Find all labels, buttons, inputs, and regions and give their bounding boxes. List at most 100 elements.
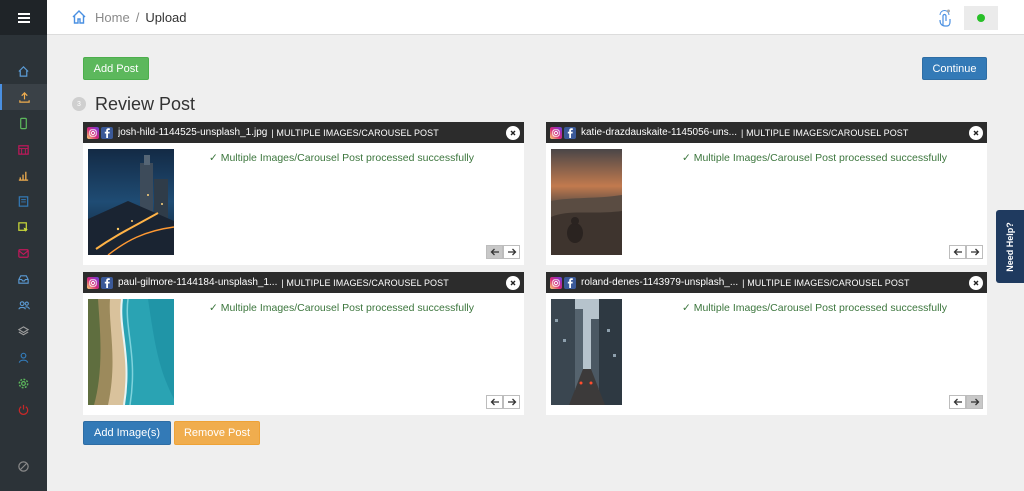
menu-toggle-button[interactable] <box>0 0 47 35</box>
touch-icon[interactable] <box>936 8 952 28</box>
post-type-label: | MULTIPLE IMAGES/CAROUSEL POST <box>742 277 910 288</box>
arrow-right-icon[interactable] <box>503 395 520 409</box>
upload-icon <box>19 91 30 103</box>
layers-icon <box>17 325 30 335</box>
post-thumbnail[interactable] <box>551 149 622 255</box>
users-icon <box>17 300 30 309</box>
page-title: Review Post <box>95 94 196 114</box>
hamburger-icon <box>17 12 30 23</box>
phone-icon <box>20 117 27 129</box>
sidebar-item-upload[interactable] <box>0 84 47 110</box>
carousel-arrows <box>949 245 983 259</box>
facebook-icon <box>101 276 113 289</box>
settings-icon <box>18 378 29 388</box>
sidebar-item-logout[interactable] <box>0 396 47 422</box>
continue-button[interactable]: Continue <box>922 57 987 80</box>
mail-icon <box>18 248 29 258</box>
breadcrumb-separator: / <box>135 9 140 25</box>
sidebar-item-home[interactable] <box>0 58 47 84</box>
sidebar-item-settings[interactable] <box>0 370 47 396</box>
step-number-badge: 3 <box>72 97 86 111</box>
home-icon[interactable] <box>71 9 87 25</box>
block-icon[interactable] <box>17 460 30 473</box>
arrow-right-icon[interactable] <box>966 395 983 409</box>
instagram-icon <box>87 276 99 289</box>
post-thumbnail[interactable] <box>88 299 174 405</box>
analytics-icon <box>18 171 29 181</box>
instagram-icon <box>87 126 99 139</box>
facebook-icon <box>564 126 576 139</box>
arrow-right-icon[interactable] <box>966 245 983 259</box>
arrow-left-icon[interactable] <box>949 245 966 259</box>
arrow-left-icon[interactable] <box>486 245 503 259</box>
close-icon[interactable] <box>969 276 983 290</box>
close-icon[interactable] <box>506 126 520 140</box>
success-message: ✓ Multiple Images/Carousel Post processe… <box>682 302 947 314</box>
sidebar-item-mail[interactable] <box>0 240 47 266</box>
inbox-icon <box>18 274 29 284</box>
success-message: ✓ Multiple Images/Carousel Post processe… <box>209 302 474 314</box>
close-icon[interactable] <box>506 276 520 290</box>
post-filename: josh-hild-1144525-unsplash_1.jpg <box>118 127 268 138</box>
success-message: ✓ Multiple Images/Carousel Post processe… <box>209 152 474 164</box>
sidebar-item-select[interactable] <box>0 214 47 240</box>
carousel-arrows <box>486 395 520 409</box>
success-message: ✓ Multiple Images/Carousel Post processe… <box>682 152 947 164</box>
breadcrumb: Home / Upload <box>71 9 187 25</box>
post-card: roland-denes-1143979-unsplash_... | MULT… <box>546 272 987 415</box>
sidebar-item-calendar[interactable] <box>0 136 47 162</box>
add-post-button[interactable]: Add Post <box>83 57 149 80</box>
status-indicator <box>977 14 985 22</box>
sidebar-item-layers[interactable] <box>0 318 47 344</box>
instagram-icon <box>550 276 562 289</box>
facebook-icon <box>101 126 113 139</box>
post-filename: roland-denes-1143979-unsplash_... <box>581 277 739 288</box>
post-card: paul-gilmore-1144184-unsplash_1... | MUL… <box>83 272 524 415</box>
breadcrumb-home-link[interactable]: Home <box>95 10 130 25</box>
post-card-header: roland-denes-1143979-unsplash_... | MULT… <box>546 272 987 293</box>
arrow-right-icon[interactable] <box>503 245 520 259</box>
post-thumbnail[interactable] <box>88 149 174 255</box>
close-icon[interactable] <box>969 126 983 140</box>
profile-icon <box>18 352 29 363</box>
post-card-header: katie-drazdauskaite-1145056-uns... | MUL… <box>546 122 987 143</box>
breadcrumb-current: Upload <box>145 9 187 25</box>
sidebar-footer <box>0 460 47 473</box>
sidebar-item-analytics[interactable] <box>0 162 47 188</box>
post-filename: katie-drazdauskaite-1145056-uns... <box>581 127 738 138</box>
top-header: Home / Upload <box>47 0 1024 35</box>
post-type-label: | MULTIPLE IMAGES/CAROUSEL POST <box>741 127 909 138</box>
post-card: katie-drazdauskaite-1145056-uns... | MUL… <box>546 122 987 265</box>
calendar-icon <box>18 144 29 155</box>
sidebar-item-mobile[interactable] <box>0 110 47 136</box>
need-help-tab[interactable]: Need Help? <box>996 210 1024 283</box>
post-type-label: | MULTIPLE IMAGES/CAROUSEL POST <box>271 127 439 138</box>
post-filename: paul-gilmore-1144184-unsplash_1... <box>118 277 278 288</box>
carousel-arrows <box>486 245 520 259</box>
home-icon <box>18 65 29 77</box>
facebook-icon <box>564 276 576 289</box>
sidebar <box>0 0 47 491</box>
need-help-label: Need Help? <box>1005 221 1016 272</box>
post-card-header: paul-gilmore-1144184-unsplash_1... | MUL… <box>83 272 524 293</box>
instagram-icon <box>550 126 562 139</box>
document-icon <box>18 195 29 207</box>
header-right <box>936 6 998 30</box>
post-thumbnail[interactable] <box>551 299 622 405</box>
connection-status[interactable] <box>964 6 998 30</box>
post-type-label: | MULTIPLE IMAGES/CAROUSEL POST <box>281 277 449 288</box>
remove-post-button[interactable]: Remove Post <box>174 421 260 445</box>
add-images-button[interactable]: Add Image(s) <box>83 421 171 445</box>
post-card-header: josh-hild-1144525-unsplash_1.jpg | MULTI… <box>83 122 524 143</box>
sidebar-item-document[interactable] <box>0 188 47 214</box>
post-card: josh-hild-1144525-unsplash_1.jpg | MULTI… <box>83 122 524 265</box>
sidebar-nav <box>0 58 47 422</box>
sidebar-item-inbox[interactable] <box>0 266 47 292</box>
sidebar-item-profile[interactable] <box>0 344 47 370</box>
pointer-icon <box>18 221 29 232</box>
power-icon <box>18 404 29 415</box>
sidebar-item-users[interactable] <box>0 292 47 318</box>
carousel-arrows <box>949 395 983 409</box>
arrow-left-icon[interactable] <box>949 395 966 409</box>
arrow-left-icon[interactable] <box>486 395 503 409</box>
